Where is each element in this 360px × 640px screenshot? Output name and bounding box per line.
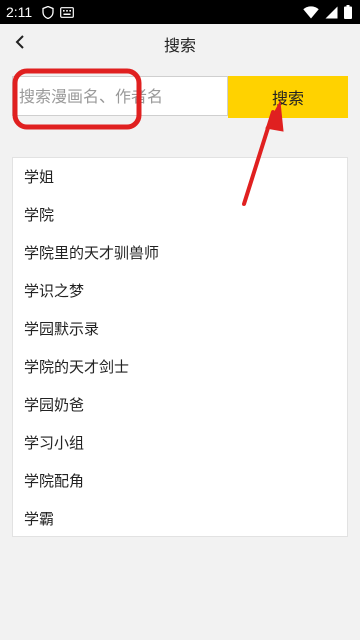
signal-icon (325, 6, 338, 19)
list-item[interactable]: 学院的天才剑士 (13, 348, 347, 386)
search-button[interactable]: 搜索 (228, 76, 348, 118)
chevron-left-icon (13, 34, 27, 54)
list-item[interactable]: 学姐 (13, 158, 347, 196)
list-item[interactable]: 学院配角 (13, 462, 347, 500)
list-item[interactable]: 学习小组 (13, 424, 347, 462)
list-item[interactable]: 学霸 (13, 500, 347, 538)
list-item[interactable]: 学识之梦 (13, 272, 347, 310)
shield-icon (42, 5, 54, 19)
search-bar: 搜索 (12, 76, 348, 118)
app-header: 搜索 (0, 24, 360, 68)
status-bar: 2:11 (0, 0, 360, 24)
search-input[interactable] (12, 76, 228, 116)
back-button[interactable] (8, 32, 32, 56)
system-icons (303, 5, 352, 19)
page-title: 搜索 (163, 36, 196, 55)
wifi-icon (303, 5, 319, 19)
list-item[interactable]: 学园默示录 (13, 310, 347, 348)
suggestion-list: 学姐 学院 学院里的天才驯兽师 学识之梦 学园默示录 学院的天才剑士 学园奶爸 … (12, 157, 348, 537)
keyboard-icon (60, 6, 75, 18)
notification-icons (42, 5, 75, 19)
battery-icon (344, 5, 352, 19)
list-item[interactable]: 学院 (13, 196, 347, 234)
status-time: 2:11 (6, 4, 33, 20)
list-item[interactable]: 学园奶爸 (13, 386, 347, 424)
list-item[interactable]: 学院里的天才驯兽师 (13, 234, 347, 272)
